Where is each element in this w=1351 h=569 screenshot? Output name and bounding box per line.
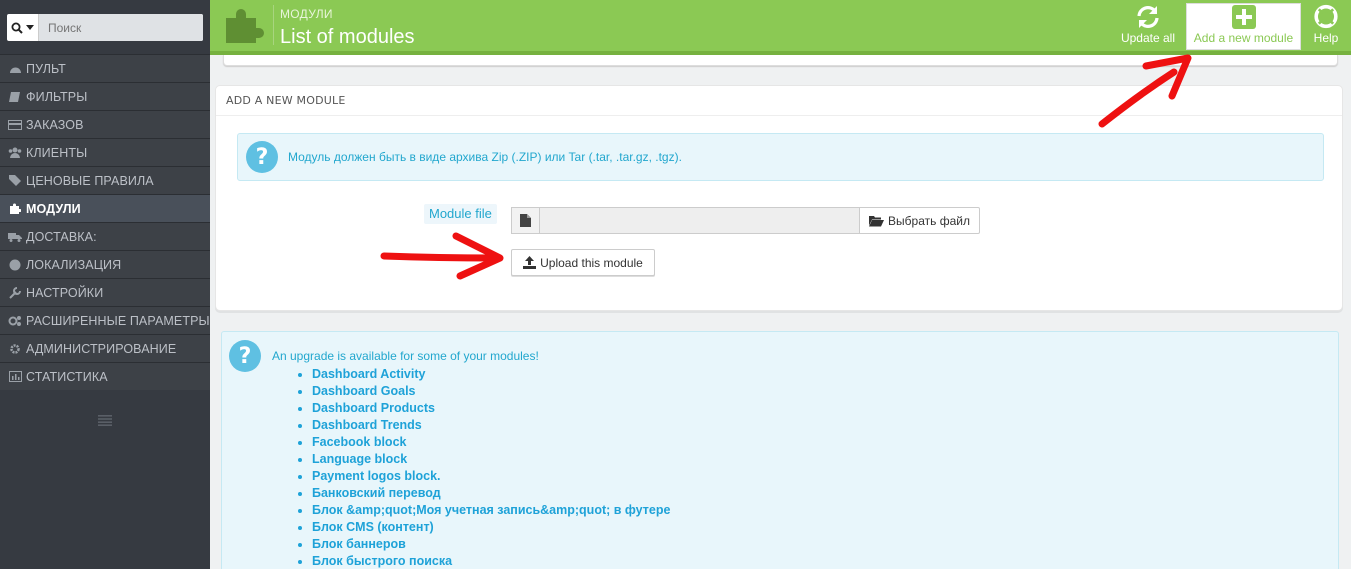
upgrade-module-link[interactable]: Dashboard Products	[312, 400, 670, 417]
browse-file-label: Выбрать файл	[888, 213, 970, 228]
search-dropdown-button[interactable]	[7, 14, 38, 41]
sidebar-item-label: РАСШИРЕННЫЕ ПАРАМЕТРЫ	[26, 313, 210, 328]
sidebar-item[interactable]: КЛИЕНТЫ	[0, 138, 210, 166]
upgrade-module-list: Dashboard ActivityDashboard GoalsDashboa…	[312, 366, 670, 569]
cogs-icon	[8, 315, 22, 327]
breadcrumb[interactable]: МОДУЛИ	[280, 7, 333, 21]
sidebar-menu: ПУЛЬТ ФИЛЬТРЫ ЗАКАЗОВ КЛИЕНТЫ ЦЕНОВЫЕ ПРАВИЛ…	[0, 54, 210, 390]
sidebar-item[interactable]: ПУЛЬТ	[0, 54, 210, 82]
sidebar-item[interactable]: АДМИНИСТРИРОВАНИЕ	[0, 334, 210, 362]
update-all-button[interactable]: Update all	[1119, 4, 1177, 49]
upgrade-module-link[interactable]: Блок быстрого поиска	[312, 553, 670, 569]
collapse-menu-icon[interactable]	[97, 413, 113, 431]
upgrade-module-link[interactable]: Dashboard Goals	[312, 383, 670, 400]
sidebar-item-label: ФИЛЬТРЫ	[26, 89, 88, 104]
page-header: МОДУЛИ List of modules Update all Add a …	[210, 0, 1351, 55]
upload-module-button[interactable]: Upload this module	[511, 249, 655, 276]
sidebar-item[interactable]: РАСШИРЕННЫЕ ПАРАМЕТРЫ	[0, 306, 210, 334]
sidebar-item-label: ЗАКАЗОВ	[26, 117, 84, 132]
sidebar-item[interactable]: НАСТРОЙКИ	[0, 278, 210, 306]
question-icon: ?	[229, 340, 261, 372]
sidebar-item[interactable]: СТАТИСТИКА	[0, 362, 210, 390]
search-box	[7, 14, 203, 41]
info-text: Модуль должен быть в виде архива Zip (.Z…	[288, 150, 682, 164]
bar-chart-icon	[8, 371, 22, 382]
help-button[interactable]: Help	[1307, 4, 1345, 49]
puzzle-logo-icon	[226, 9, 264, 43]
caret-down-icon	[26, 24, 34, 30]
file-name-field[interactable]	[539, 207, 860, 234]
question-icon: ?	[246, 141, 278, 173]
add-new-module-button[interactable]: Add a new module	[1186, 3, 1301, 50]
sidebar-item[interactable]: МОДУЛИ	[0, 194, 210, 222]
collapsed-panel	[223, 55, 1338, 66]
upload-module-label: Upload this module	[540, 255, 643, 270]
sidebar-item[interactable]: ФИЛЬТРЫ	[0, 82, 210, 110]
sidebar-item-label: НАСТРОЙКИ	[26, 285, 104, 300]
sidebar-item-label: ЦЕНОВЫЕ ПРАВИЛА	[26, 173, 154, 188]
sidebar-item[interactable]: ЛОКАЛИЗАЦИЯ	[0, 250, 210, 278]
sidebar-item-label: ЛОКАЛИЗАЦИЯ	[26, 257, 122, 272]
upgrade-message: An upgrade is available for some of your…	[272, 349, 539, 363]
users-icon	[8, 147, 22, 158]
module-file-label: Module file	[424, 204, 497, 224]
upgrade-module-link[interactable]: Language block	[312, 451, 670, 468]
search-input[interactable]	[38, 14, 203, 41]
globe-icon	[8, 259, 22, 271]
puzzle-icon	[8, 203, 22, 214]
upgrade-module-link[interactable]: Блок CMS (контент)	[312, 519, 670, 536]
lifebuoy-icon	[1314, 4, 1338, 29]
sidebar-item-label: КЛИЕНТЫ	[26, 145, 88, 160]
update-all-label: Update all	[1120, 31, 1176, 45]
wrench-icon	[8, 286, 22, 299]
book-icon	[8, 91, 22, 103]
upgrade-module-link[interactable]: Dashboard Activity	[312, 366, 670, 383]
sidebar-item-label: СТАТИСТИКА	[26, 369, 108, 384]
upgrade-module-link[interactable]: Payment logos block.	[312, 468, 670, 485]
add-module-panel: ADD A NEW MODULE ? Модуль должен быть в …	[215, 85, 1343, 311]
truck-icon	[8, 232, 22, 242]
add-new-module-label: Add a new module	[1193, 31, 1294, 45]
sidebar-item-label: МОДУЛИ	[26, 201, 81, 216]
dashboard-icon	[8, 63, 22, 74]
search-icon	[11, 22, 23, 34]
cog-icon	[8, 343, 22, 355]
sidebar-item-label: ДОСТАВКА:	[26, 229, 97, 244]
main-content: ADD A NEW MODULE ? Модуль должен быть в …	[210, 55, 1351, 569]
upgrade-module-link[interactable]: Блок &amp;quot;Моя учетная запись&amp;qu…	[312, 502, 670, 519]
upgrade-module-link[interactable]: Facebook block	[312, 434, 670, 451]
upgrade-module-link[interactable]: Блок баннеров	[312, 536, 670, 553]
sidebar-item[interactable]: ЗАКАЗОВ	[0, 110, 210, 138]
file-icon	[511, 207, 539, 234]
upgrade-alert: ? An upgrade is available for some of yo…	[221, 331, 1339, 569]
page-title: List of modules	[280, 26, 415, 48]
tags-icon	[8, 175, 22, 186]
refresh-icon	[1137, 6, 1159, 28]
upload-icon	[523, 256, 537, 269]
sidebar-item-label: АДМИНИСТРИРОВАНИЕ	[26, 341, 177, 356]
info-alert: ? Модуль должен быть в виде архива Zip (…	[237, 133, 1324, 181]
credit-card-icon	[8, 119, 22, 130]
help-label: Help	[1313, 31, 1339, 45]
panel-heading: ADD A NEW MODULE	[216, 86, 1342, 116]
header-divider	[273, 5, 274, 45]
browse-file-button[interactable]: Выбрать файл	[860, 207, 980, 234]
sidebar-item[interactable]: ДОСТАВКА:	[0, 222, 210, 250]
sidebar-item[interactable]: ЦЕНОВЫЕ ПРАВИЛА	[0, 166, 210, 194]
upgrade-module-link[interactable]: Dashboard Trends	[312, 417, 670, 434]
plus-square-icon	[1231, 5, 1256, 29]
sidebar-item-label: ПУЛЬТ	[26, 61, 66, 76]
file-input-group[interactable]: Выбрать файл	[511, 207, 980, 234]
folder-open-icon	[869, 215, 885, 226]
upgrade-module-link[interactable]: Банковский перевод	[312, 485, 670, 502]
sidebar: ПУЛЬТ ФИЛЬТРЫ ЗАКАЗОВ КЛИЕНТЫ ЦЕНОВЫЕ ПРАВИЛ…	[0, 0, 210, 569]
